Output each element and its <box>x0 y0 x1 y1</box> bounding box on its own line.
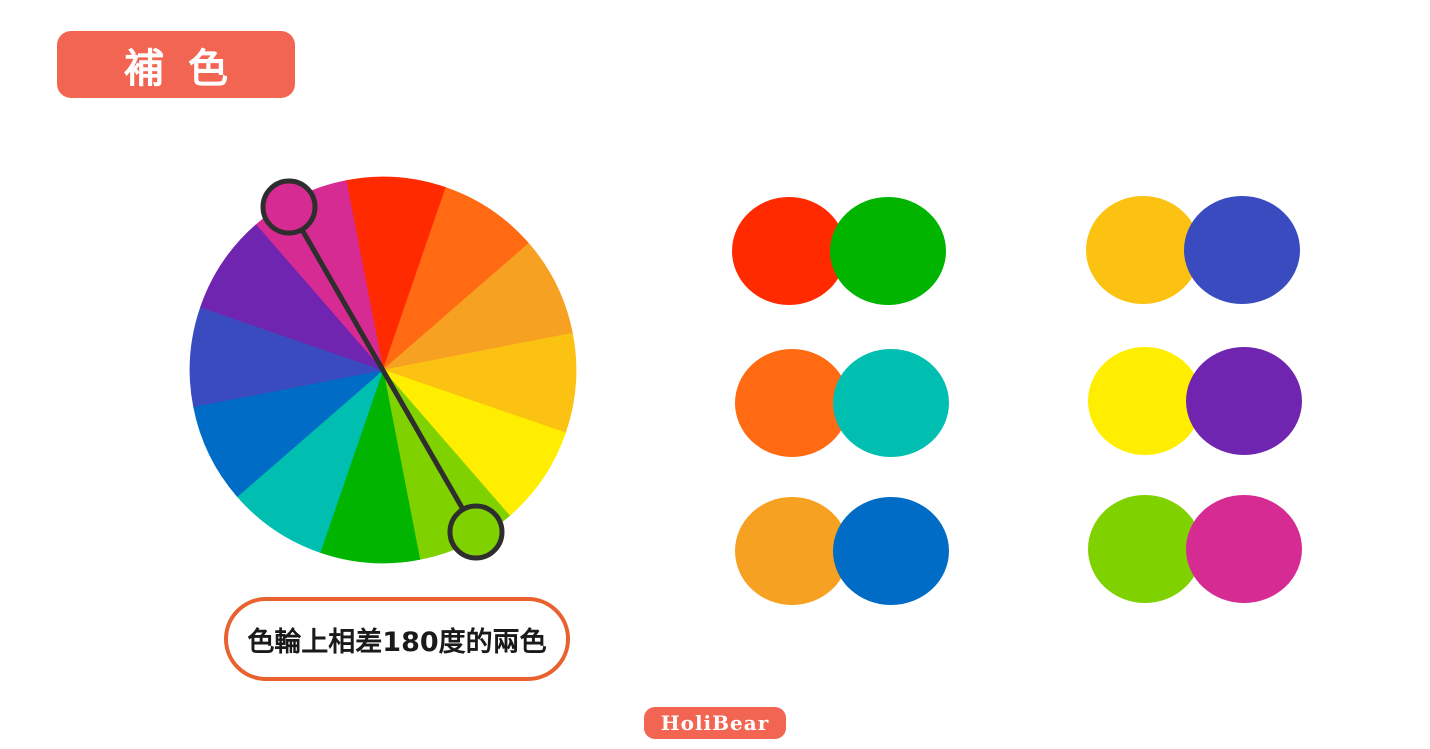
pair-left-swatch <box>735 497 849 605</box>
holibear-logo: HoliBear <box>644 707 786 739</box>
pair-right-swatch <box>1186 495 1302 603</box>
complementary-pair <box>732 197 948 307</box>
pair-left-swatch <box>1088 495 1202 603</box>
complementary-pair <box>1088 495 1304 605</box>
pair-right-swatch <box>833 497 949 605</box>
caption-text: 色輪上相差180度的兩色 <box>247 626 547 658</box>
pair-left-swatch <box>735 349 849 457</box>
complementary-pair <box>735 349 951 459</box>
pair-right-swatch <box>830 197 946 305</box>
pair-right-swatch <box>1186 347 1302 455</box>
pair-right-swatch <box>833 349 949 457</box>
pair-left-swatch <box>732 197 846 305</box>
pair-left-swatch <box>1086 196 1200 304</box>
pair-left-swatch <box>1088 347 1202 455</box>
complementary-pair <box>735 497 951 607</box>
caption-pill: 色輪上相差180度的兩色 <box>224 597 570 681</box>
yellow-green-marker <box>447 503 505 561</box>
pair-right-swatch <box>1184 196 1300 304</box>
complementary-pair <box>1086 196 1302 306</box>
magenta-marker <box>260 178 318 236</box>
complementary-pair <box>1088 347 1304 457</box>
logo-text: HoliBear <box>660 711 770 735</box>
